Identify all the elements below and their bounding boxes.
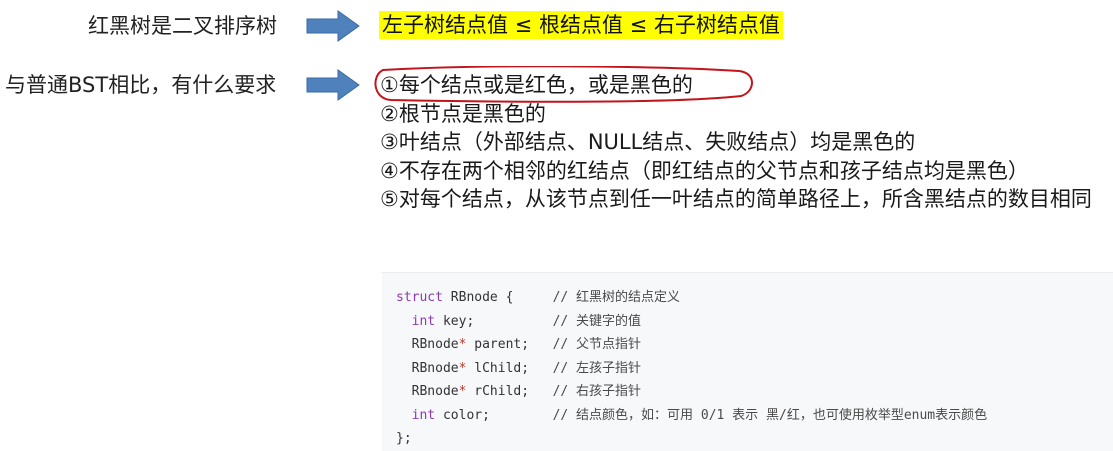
bst-statement: 红黑树是二叉排序树 <box>88 14 277 38</box>
code-line: int color; // 结点颜色，如：可用 0/1 表示 黑/红，也可使用枚… <box>411 407 988 423</box>
code-line: }; <box>396 431 412 446</box>
code-line: RBnode* parent; // 父节点指针 <box>411 337 642 352</box>
rule-item: ④不存在两个相邻的红结点（即红结点的父节点和孩子结点均是黑色） <box>380 158 1029 183</box>
code-line: RBnode* rChild; // 右孩子指针 <box>411 384 642 399</box>
red-annotation-ring <box>374 66 753 103</box>
code-block: struct RBnode { // 红黑树的结点定义 int key; // … <box>382 272 1113 451</box>
code-line: struct RBnode { // 红黑树的结点定义 <box>396 290 681 305</box>
code-line: RBnode* lChild; // 左孩子指针 <box>411 360 642 376</box>
arrow-right-icon <box>306 10 360 42</box>
rule-item: ③叶结点（外部结点、NULL结点、失败结点）均是黑色的 <box>380 130 916 154</box>
bst-property-highlight: 左子树结点值 ≤ 根结点值 ≤ 右子树结点值 <box>379 11 783 39</box>
rule-item: ⑤对每个结点，从该节点到任一叶结点的简单路径上，所含黑结点的数目相同 <box>380 187 1092 211</box>
rb-requirements-question: 与普通BST相比，有什么要求 <box>5 73 277 97</box>
arrow-right-icon <box>306 69 360 101</box>
code-line: int key; // 关键字的值 <box>411 313 642 329</box>
